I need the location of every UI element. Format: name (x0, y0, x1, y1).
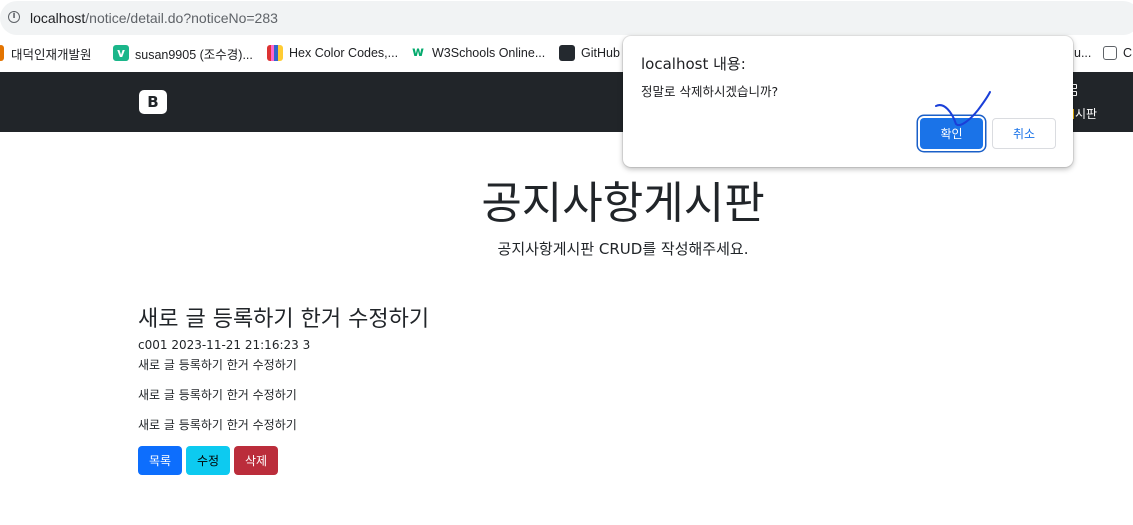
bookmark-item[interactable]: w W3Schools Online... (410, 44, 545, 62)
url-text[interactable]: localhost/notice/detail.do?noticeNo=283 (30, 10, 278, 27)
post-content-line: 새로 글 등록하기 한거 수정하기 (138, 388, 297, 402)
github-icon (559, 45, 575, 61)
bookmark-label: susan9905 (조수경)... (135, 47, 253, 62)
globe-icon (1103, 46, 1117, 60)
bookmark-item[interactable]: v susan9905 (조수경)... (113, 44, 253, 62)
url-path: /notice/detail.do?noticeNo=283 (85, 10, 278, 26)
bookmark-item[interactable]: C (1103, 44, 1132, 62)
bookmark-item[interactable]: 대덕인재개발원 (0, 44, 92, 62)
list-button[interactable]: 목록 (138, 446, 182, 475)
post-meta: c001 2023-11-21 21:16:23 3 (138, 338, 311, 352)
url-host: localhost (30, 10, 86, 26)
book-icon (267, 45, 283, 61)
post-content-line: 새로 글 등록하기 한거 수정하기 (138, 358, 297, 372)
cancel-button[interactable]: 취소 (992, 118, 1056, 149)
leaf-icon (0, 45, 4, 61)
bookmark-label: W3Schools Online... (432, 46, 546, 60)
address-bar: i localhost/notice/detail.do?noticeNo=28… (0, 0, 1133, 36)
bookmark-item[interactable]: u... (1074, 44, 1091, 62)
confirm-dialog: localhost 내용: 정말로 삭제하시겠습니까? 확인 취소 (623, 36, 1073, 167)
page-subtitle: 공지사항게시판 CRUD를 작성해주세요. (497, 240, 749, 258)
dialog-message: 정말로 삭제하시겠습니까? (641, 84, 779, 99)
delete-button[interactable]: 삭제 (234, 446, 278, 475)
post-content-line: 새로 글 등록하기 한거 수정하기 (138, 418, 297, 432)
bookmark-label: GitHub (581, 46, 620, 60)
dialog-title: localhost 내용: (641, 55, 746, 73)
bookmark-item[interactable]: Hex Color Codes,... (267, 44, 398, 62)
info-icon[interactable]: i (8, 11, 20, 23)
url-field[interactable]: i localhost/notice/detail.do?noticeNo=28… (0, 1, 1133, 35)
annotation-checkmark-icon (935, 91, 991, 126)
bookmark-label: Hex Color Codes,... (289, 46, 399, 60)
bookmark-label: 대덕인재개발원 (11, 47, 92, 62)
bookmark-label: u... (1074, 46, 1092, 60)
w3schools-icon: w (411, 45, 424, 60)
bookmark-label: C (1123, 46, 1133, 60)
edit-button[interactable]: 수정 (186, 446, 230, 475)
nav-link-board[interactable]: 시판 (1070, 105, 1097, 122)
vue-icon: v (113, 45, 129, 61)
page-title: 공지사항게시판 (481, 178, 765, 229)
post-title: 새로 글 등록하기 한거 수정하기 (138, 307, 430, 332)
bookmark-item[interactable]: GitHub (559, 44, 620, 62)
bootstrap-logo-icon[interactable]: B (139, 90, 167, 114)
